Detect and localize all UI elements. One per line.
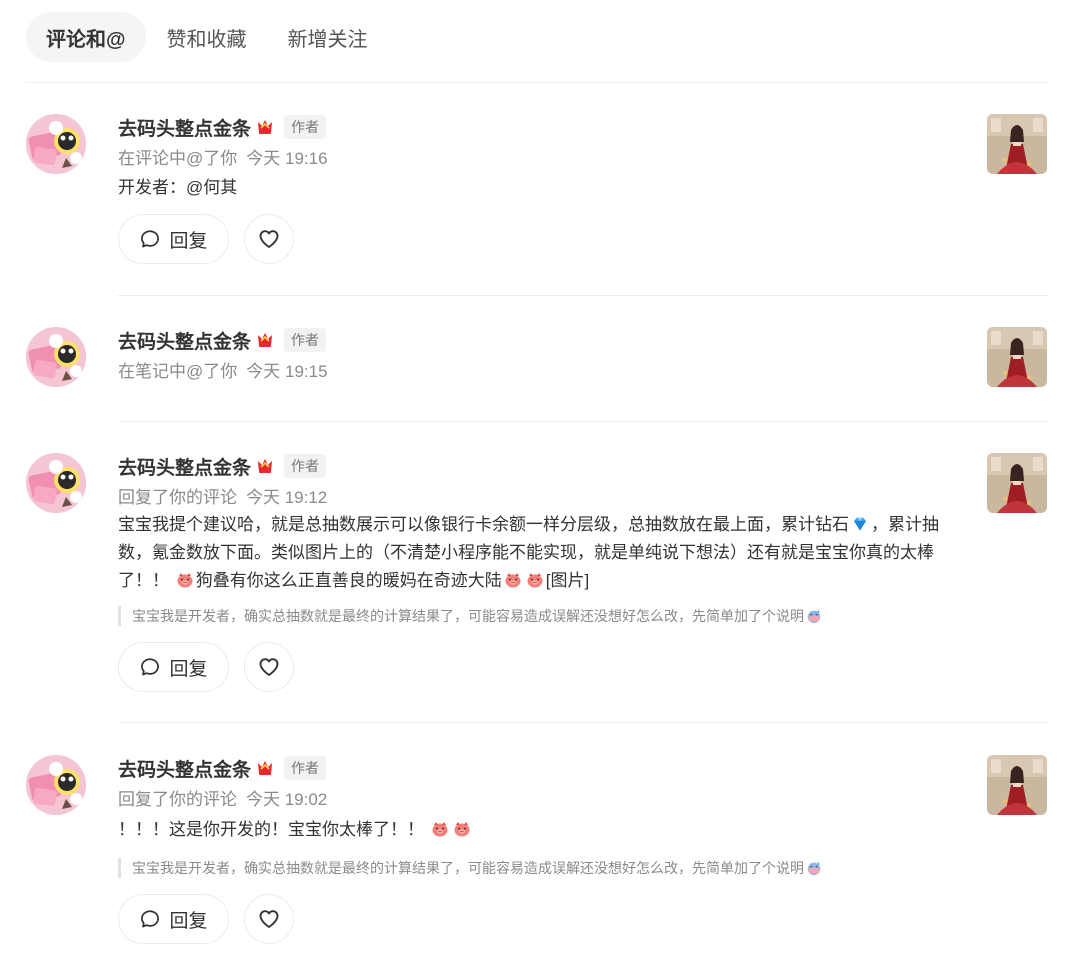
comment-content[interactable]: 宝宝我提个建议哈，就是总抽数展示可以像银行卡余额一样分层级，总抽数放在最上面，累… bbox=[118, 511, 963, 595]
sweat-emoji-icon bbox=[806, 608, 822, 624]
name-row: 去码头整点金条 作者 bbox=[118, 453, 327, 480]
meta-line: 在评论中@了你 今天 19:16 bbox=[118, 144, 328, 169]
notifications-page: 评论和@ 赞和收藏 新增关注 去码头整点金条 作者 在评论中@了你 今天 19:… bbox=[0, 0, 1080, 955]
action-row: 回复 bbox=[118, 642, 294, 692]
crown-icon bbox=[255, 456, 275, 476]
author-badge: 作者 bbox=[284, 328, 327, 352]
reply-button[interactable]: 回复 bbox=[118, 894, 229, 944]
name-row: 去码头整点金条 作者 bbox=[118, 327, 327, 354]
quote-text: 宝宝我是开发者，确实总抽数就是最终的计算结果了，可能容易造成误解还没想好怎么改，… bbox=[132, 860, 804, 876]
comment-content[interactable]: 开发者：@何其 bbox=[118, 174, 958, 202]
note-thumbnail[interactable] bbox=[987, 327, 1047, 387]
tab-bar: 评论和@ 赞和收藏 新增关注 bbox=[26, 12, 1048, 83]
note-thumbnail[interactable] bbox=[987, 114, 1047, 174]
user-name[interactable]: 去码头整点金条 bbox=[118, 327, 251, 354]
heart-outline-icon bbox=[257, 655, 281, 679]
avatar[interactable] bbox=[26, 114, 86, 174]
meta-line: 在笔记中@了你 今天 19:15 bbox=[118, 357, 328, 382]
comment-content[interactable]: ！！！这是你开发的！宝宝你太棒了！！ bbox=[118, 816, 958, 844]
comment-bubble-icon bbox=[139, 656, 161, 678]
timestamp: 今天 19:15 bbox=[246, 362, 328, 381]
comment-bubble-icon bbox=[139, 228, 161, 250]
name-row: 去码头整点金条 作者 bbox=[118, 755, 327, 782]
image-placeholder-text[interactable]: [图片] bbox=[546, 571, 589, 590]
timestamp: 今天 19:02 bbox=[246, 790, 328, 809]
comment-bubble-icon bbox=[139, 908, 161, 930]
heart-outline-icon bbox=[257, 907, 281, 931]
avatar[interactable] bbox=[26, 755, 86, 815]
note-thumbnail[interactable] bbox=[987, 453, 1047, 513]
pig-emoji-icon bbox=[431, 820, 449, 838]
reply-label: 回复 bbox=[169, 658, 208, 680]
crown-icon bbox=[255, 117, 275, 137]
like-button[interactable] bbox=[244, 642, 294, 692]
timestamp: 今天 19:16 bbox=[246, 149, 328, 168]
tab-new-followers[interactable]: 新增关注 bbox=[268, 12, 388, 62]
tab-comments-mentions[interactable]: 评论和@ bbox=[26, 12, 146, 62]
pig-emoji-icon bbox=[176, 571, 194, 589]
quoted-reply[interactable]: 宝宝我是开发者，确实总抽数就是最终的计算结果了，可能容易造成误解还没想好怎么改，… bbox=[118, 858, 918, 878]
crown-icon bbox=[255, 758, 275, 778]
meta-line: 回复了你的评论 今天 19:02 bbox=[118, 785, 327, 810]
reply-label: 回复 bbox=[169, 230, 208, 252]
item-divider bbox=[118, 421, 1048, 422]
item-divider bbox=[118, 722, 1048, 723]
quote-text: 宝宝我是开发者，确实总抽数就是最终的计算结果了，可能容易造成误解还没想好怎么改，… bbox=[132, 608, 804, 624]
content-text: 宝宝我提个建议哈，就是总抽数展示可以像银行卡余额一样分层级，总抽数放在最上面，累… bbox=[118, 515, 849, 534]
heart-outline-icon bbox=[257, 227, 281, 251]
reply-button[interactable]: 回复 bbox=[118, 642, 229, 692]
crown-icon bbox=[255, 330, 275, 350]
item-divider bbox=[118, 295, 1048, 296]
content-text: ！！！这是你开发的！宝宝你太棒了！！ bbox=[118, 820, 424, 839]
avatar[interactable] bbox=[26, 453, 86, 513]
quoted-reply[interactable]: 宝宝我是开发者，确实总抽数就是最终的计算结果了，可能容易造成误解还没想好怎么改，… bbox=[118, 606, 918, 626]
meta-line: 回复了你的评论 今天 19:12 bbox=[118, 483, 327, 508]
author-badge: 作者 bbox=[284, 454, 327, 478]
action-text: 回复了你的评论 bbox=[118, 488, 237, 507]
pig-emoji-icon bbox=[453, 820, 471, 838]
action-text: 回复了你的评论 bbox=[118, 790, 237, 809]
action-text: 在评论中@了你 bbox=[118, 149, 238, 168]
note-thumbnail[interactable] bbox=[987, 755, 1047, 815]
name-row: 去码头整点金条 作者 bbox=[118, 114, 327, 141]
author-badge: 作者 bbox=[284, 115, 327, 139]
timestamp: 今天 19:12 bbox=[246, 488, 328, 507]
reply-label: 回复 bbox=[169, 910, 208, 932]
content-text: 狗叠有你这么正直善良的暖妈在奇迹大陆 bbox=[195, 571, 502, 590]
user-name[interactable]: 去码头整点金条 bbox=[118, 755, 251, 782]
sweat-emoji-icon bbox=[806, 860, 822, 876]
like-button[interactable] bbox=[244, 894, 294, 944]
action-row: 回复 bbox=[118, 894, 294, 944]
action-row: 回复 bbox=[118, 214, 294, 264]
pig-emoji-icon bbox=[504, 571, 522, 589]
user-name[interactable]: 去码头整点金条 bbox=[118, 453, 251, 480]
tab-likes-favorites[interactable]: 赞和收藏 bbox=[147, 12, 267, 62]
diamond-emoji-icon bbox=[851, 515, 869, 533]
avatar[interactable] bbox=[26, 327, 86, 387]
pig-emoji-icon bbox=[526, 571, 544, 589]
author-badge: 作者 bbox=[284, 756, 327, 780]
user-name[interactable]: 去码头整点金条 bbox=[118, 114, 251, 141]
like-button[interactable] bbox=[244, 214, 294, 264]
tabs-divider bbox=[26, 82, 1048, 83]
action-text: 在笔记中@了你 bbox=[118, 362, 238, 381]
reply-button[interactable]: 回复 bbox=[118, 214, 229, 264]
